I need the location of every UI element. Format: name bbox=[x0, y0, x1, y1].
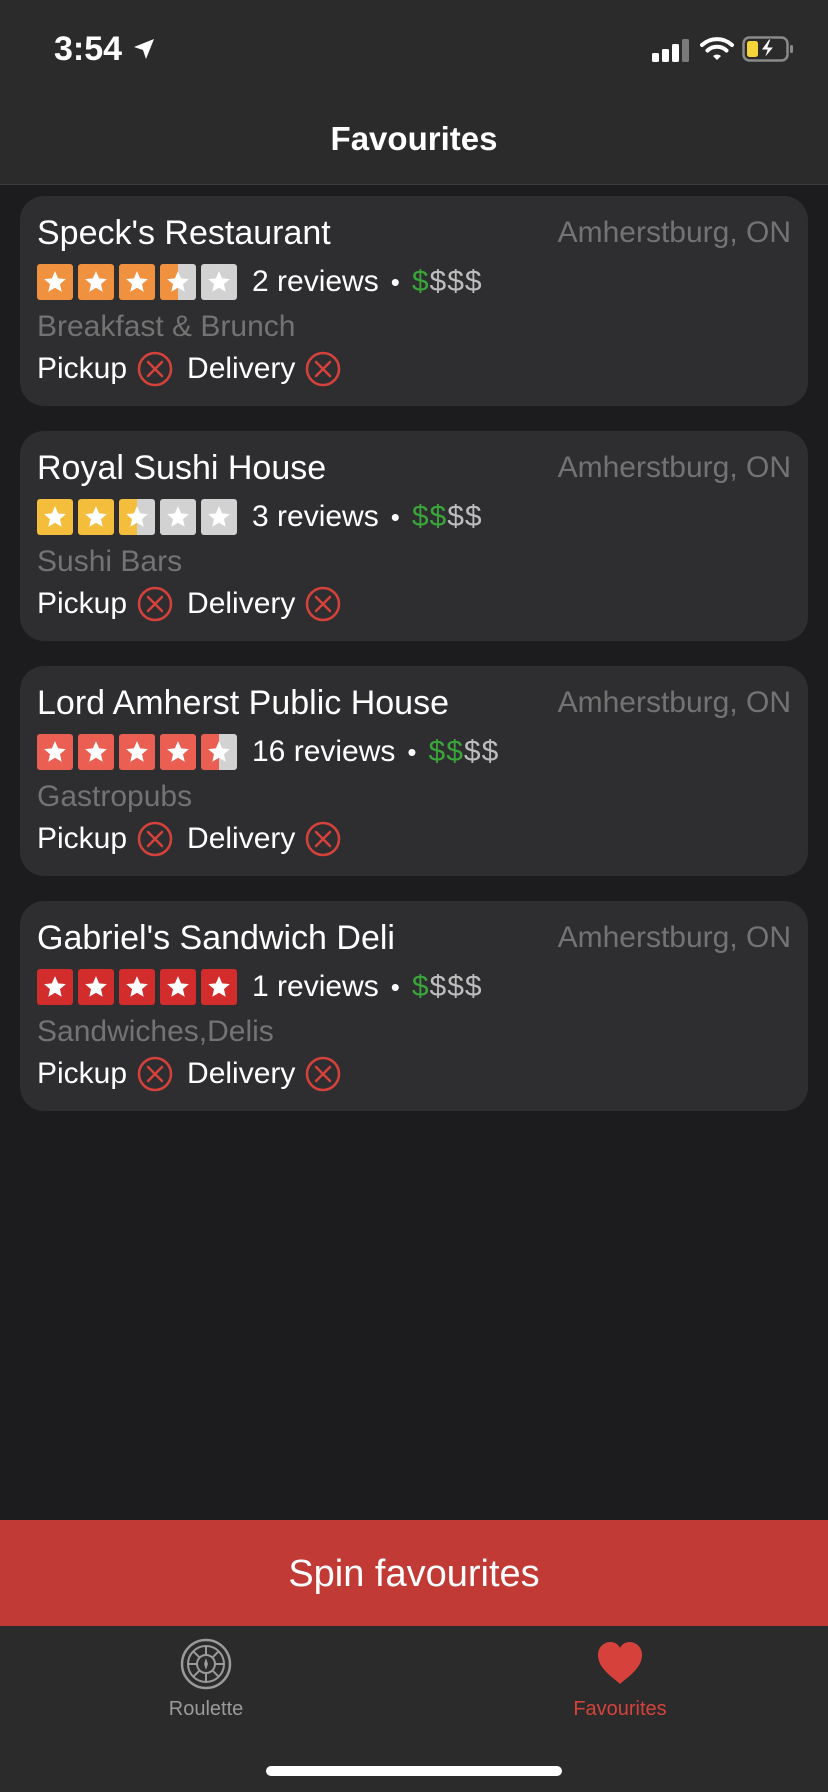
star-icon bbox=[78, 969, 114, 1005]
review-count: 2 reviews bbox=[252, 265, 379, 298]
star-icon bbox=[78, 734, 114, 770]
restaurant-location: Amherstburg, ON bbox=[557, 686, 791, 719]
restaurant-name: Lord Amherst Public House bbox=[37, 684, 449, 722]
rating-row: 2 reviews • $$$$ bbox=[37, 264, 483, 300]
restaurant-category: Breakfast & Brunch bbox=[37, 310, 296, 343]
pickup-unavailable-icon bbox=[137, 821, 173, 857]
delivery-unavailable-icon bbox=[306, 351, 341, 387]
delivery-label: Delivery bbox=[187, 1057, 296, 1090]
price-level: $$$$ bbox=[411, 500, 483, 533]
review-count: 3 reviews bbox=[252, 500, 379, 533]
service-options: Pickup Delivery bbox=[37, 585, 355, 623]
price-level: $$$$ bbox=[428, 735, 500, 768]
star-rating bbox=[37, 499, 237, 535]
service-options: Pickup Delivery bbox=[37, 1055, 355, 1093]
star-icon bbox=[119, 264, 155, 300]
price-level: $$$$ bbox=[411, 970, 483, 1003]
star-icon bbox=[37, 499, 73, 535]
star-icon bbox=[201, 969, 237, 1005]
review-count: 16 reviews bbox=[252, 735, 396, 768]
star-icon bbox=[37, 734, 73, 770]
star-icon bbox=[201, 499, 237, 535]
review-count: 1 reviews bbox=[252, 970, 379, 1003]
restaurant-card[interactable]: Speck's Restaurant Amherstburg, ON 2 rev… bbox=[20, 196, 808, 406]
navigation-bar: Favourites bbox=[0, 96, 828, 185]
delivery-unavailable-icon bbox=[306, 586, 341, 622]
pickup-unavailable-icon bbox=[137, 1056, 173, 1092]
status-time: 3:54 bbox=[54, 30, 123, 68]
star-icon bbox=[119, 499, 155, 535]
cellular-signal-icon bbox=[652, 39, 689, 62]
delivery-label: Delivery bbox=[187, 352, 296, 385]
restaurant-card[interactable]: Lord Amherst Public House Amherstburg, O… bbox=[20, 666, 808, 876]
rating-row: 1 reviews • $$$$ bbox=[37, 969, 483, 1005]
heart-icon bbox=[598, 1642, 642, 1684]
star-icon bbox=[119, 734, 155, 770]
delivery-unavailable-icon bbox=[306, 821, 341, 857]
star-icon bbox=[37, 969, 73, 1005]
tab-favourites-label: Favourites bbox=[573, 1698, 667, 1720]
restaurant-card[interactable]: Gabriel's Sandwich Deli Amherstburg, ON … bbox=[20, 901, 808, 1111]
pickup-unavailable-icon bbox=[137, 586, 173, 622]
restaurant-location: Amherstburg, ON bbox=[557, 216, 791, 249]
restaurant-card[interactable]: Royal Sushi House Amherstburg, ON 3 revi… bbox=[20, 431, 808, 641]
star-icon bbox=[160, 264, 196, 300]
restaurant-category: Sushi Bars bbox=[37, 545, 183, 578]
star-rating bbox=[37, 264, 237, 300]
restaurant-location: Amherstburg, ON bbox=[557, 451, 791, 484]
battery-charging-icon bbox=[742, 36, 793, 62]
service-options: Pickup Delivery bbox=[37, 350, 355, 388]
pickup-label: Pickup bbox=[37, 587, 128, 620]
restaurant-name: Royal Sushi House bbox=[37, 449, 327, 487]
home-indicator bbox=[266, 1766, 562, 1776]
wifi-icon bbox=[700, 37, 734, 60]
roulette-wheel-icon bbox=[180, 1638, 232, 1690]
location-arrow-icon bbox=[134, 39, 154, 59]
tab-roulette[interactable]: Roulette bbox=[106, 1638, 306, 1738]
tab-favourites[interactable]: Favourites bbox=[520, 1638, 720, 1738]
restaurant-category: Sandwiches,Delis bbox=[37, 1015, 274, 1048]
rating-row: 3 reviews • $$$$ bbox=[37, 499, 483, 535]
star-icon bbox=[37, 264, 73, 300]
star-icon bbox=[119, 969, 155, 1005]
separator-dot: • bbox=[407, 736, 417, 767]
pickup-unavailable-icon bbox=[137, 351, 173, 387]
restaurant-category: Gastropubs bbox=[37, 780, 193, 813]
delivery-label: Delivery bbox=[187, 822, 296, 855]
star-icon bbox=[160, 734, 196, 770]
delivery-label: Delivery bbox=[187, 587, 296, 620]
rating-row: 16 reviews • $$$$ bbox=[37, 734, 499, 770]
star-icon bbox=[78, 264, 114, 300]
separator-dot: • bbox=[390, 971, 400, 1002]
tab-roulette-label: Roulette bbox=[168, 1698, 244, 1720]
star-icon bbox=[78, 499, 114, 535]
pickup-label: Pickup bbox=[37, 352, 128, 385]
spin-favourites-button[interactable]: Spin favourites bbox=[0, 1520, 828, 1626]
star-rating bbox=[37, 734, 237, 770]
star-icon bbox=[201, 264, 237, 300]
delivery-unavailable-icon bbox=[306, 1056, 341, 1092]
service-options: Pickup Delivery bbox=[37, 820, 355, 858]
page-title: Favourites bbox=[330, 120, 498, 157]
pickup-label: Pickup bbox=[37, 1057, 128, 1090]
star-icon bbox=[160, 969, 196, 1005]
star-icon bbox=[160, 499, 196, 535]
restaurant-name: Gabriel's Sandwich Deli bbox=[37, 919, 395, 957]
price-level: $$$$ bbox=[411, 265, 483, 298]
status-bar: 3:54 bbox=[0, 0, 828, 96]
separator-dot: • bbox=[390, 501, 400, 532]
pickup-label: Pickup bbox=[37, 822, 128, 855]
restaurant-location: Amherstburg, ON bbox=[557, 921, 791, 954]
restaurant-name: Speck's Restaurant bbox=[37, 214, 331, 252]
separator-dot: • bbox=[390, 266, 400, 297]
star-icon bbox=[201, 734, 237, 770]
star-rating bbox=[37, 969, 237, 1005]
